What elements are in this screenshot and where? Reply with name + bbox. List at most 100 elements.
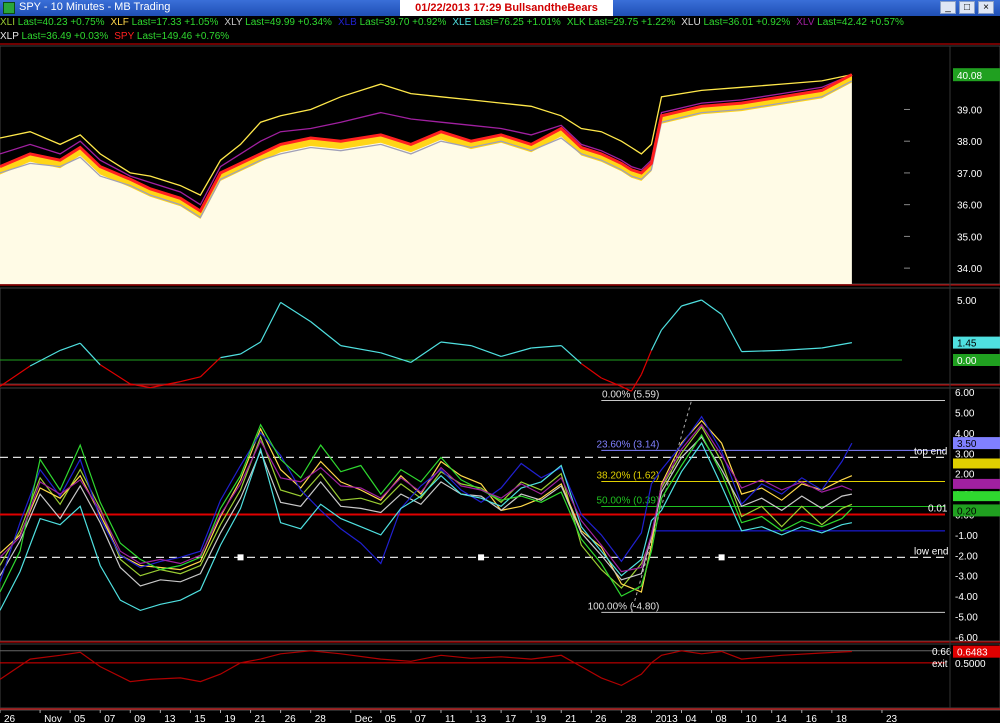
x-tick-label: 2013: [655, 714, 678, 723]
legend-symbol: XLE: [452, 17, 472, 28]
range-marker: [237, 554, 244, 561]
legend-value: Last=17.33 +1.05%: [128, 17, 219, 28]
x-tick-label: 09: [134, 714, 146, 723]
fib-level-label: 100.00% (-4.80): [588, 601, 660, 612]
y-tick-label: 35.00: [957, 232, 982, 243]
series-badge: [953, 491, 1000, 502]
x-tick-label: 07: [415, 714, 427, 723]
x-tick-label: 16: [806, 714, 818, 723]
x-tick-label: 11: [445, 714, 456, 723]
spread-segment: [821, 342, 852, 349]
panel-frame: [0, 643, 1000, 709]
range-label: top end: [914, 446, 947, 457]
spread-segment: [380, 352, 412, 363]
legend-value: Last=149.46 +0.76%: [134, 31, 230, 42]
legend-entry: XLP Last=36.49 +0.03%: [0, 31, 108, 42]
x-tick-label: 21: [565, 714, 577, 723]
panel-frame: [0, 287, 1000, 385]
spread-segment: [500, 347, 532, 357]
x-tick-label: 19: [535, 714, 547, 723]
x-tick-label: 26: [4, 714, 16, 723]
y-tick-label: 34.00: [957, 264, 982, 275]
spread-segment: [661, 305, 682, 331]
x-tick-label: 17: [505, 714, 517, 723]
last-value-label: 40.08: [957, 71, 982, 82]
legend-entry: XLI Last=40.23 +0.75%: [0, 17, 105, 28]
x-tick-label: 15: [194, 714, 206, 723]
range-marker: [718, 554, 725, 561]
date-banner: 01/22/2013 17:29 BullsandtheBears: [400, 0, 613, 16]
legend-entry: XLK Last=29.75 +1.22%: [567, 17, 675, 28]
close-button[interactable]: ×: [978, 1, 994, 14]
y-tick-label: 36.00: [957, 201, 982, 212]
spread-segment: [310, 321, 342, 347]
legend-value: Last=42.42 +0.57%: [814, 17, 904, 28]
spread-segment: [560, 345, 582, 365]
legend-value: Last=76.25 +1.01%: [471, 17, 561, 28]
spread-segment: [340, 345, 381, 354]
legend-symbol: XLB: [337, 17, 357, 28]
value-badge-label: 3.50: [957, 439, 977, 450]
x-tick-label: 26: [595, 714, 607, 723]
legend-row: XLP Last=36.49 +0.03% SPY Last=149.46 +0.…: [0, 30, 960, 44]
range-marker: [478, 554, 485, 561]
legend-entry: XLU Last=36.01 +0.92%: [681, 17, 790, 28]
maximize-button[interactable]: □: [959, 1, 975, 14]
legend-entry: XLF Last=17.33 +1.05%: [111, 17, 219, 28]
legend-symbol: XLY: [224, 17, 243, 28]
x-tick-label: 26: [285, 714, 297, 723]
spread-segment: [79, 342, 101, 366]
y-tick-label: -2.00: [955, 551, 978, 562]
x-tick-label: 13: [164, 714, 176, 723]
x-tick-label: 05: [74, 714, 86, 723]
spread-segment: [701, 299, 722, 315]
x-tick-label: 19: [224, 714, 236, 723]
y-tick-label: -3.00: [955, 572, 978, 583]
legend-entry: XLY Last=49.99 +0.34%: [224, 17, 332, 28]
chart-window: SPY - 10 Minutes - MB Trading 01/22/2013…: [0, 0, 1000, 723]
spread-segment: [470, 345, 502, 357]
chart-canvas: 39.00 38.00 37.00 36.00 35.00 34.00 40.08 5.00 1…: [0, 43, 1000, 723]
spread-segment: [260, 302, 282, 343]
fib-level-label: 50.00% (0.39): [596, 496, 659, 507]
x-tick-label: 04: [686, 714, 698, 723]
legend: XLI Last=40.23 +0.75% XLF Last=17.33 +1.0…: [0, 16, 960, 44]
spread-segment: [220, 353, 241, 359]
title-bar[interactable]: SPY - 10 Minutes - MB Trading 01/22/2013…: [0, 0, 1000, 16]
spread-segment: [640, 350, 652, 375]
y-tick-label: -6.00: [955, 633, 978, 644]
legend-symbol: XLU: [681, 17, 701, 28]
x-tick-label: 18: [836, 714, 848, 723]
x-tick-label: Nov: [44, 714, 62, 723]
spread-segment: [650, 329, 663, 351]
legend-symbol: XLV: [796, 17, 815, 28]
y-tick-label: 39.00: [957, 105, 982, 116]
x-tick-label: 08: [716, 714, 728, 723]
x-tick-label: 28: [625, 714, 637, 723]
value-badge-label: 0.20: [957, 506, 977, 517]
y-tick-label: 0.5000: [955, 659, 986, 670]
spread-segment: [531, 345, 562, 349]
spread-segment: [29, 349, 61, 367]
x-tick-label: 05: [385, 714, 397, 723]
reference-label: 0.66: [932, 647, 952, 658]
spread-segment: [741, 349, 782, 353]
x-tick-label: 21: [255, 714, 267, 723]
reference-label: exit: [932, 659, 948, 670]
range-label: low end: [914, 546, 948, 557]
y-tick-label: 5.00: [955, 408, 975, 419]
x-tick-label: 28: [315, 714, 327, 723]
legend-row: XLI Last=40.23 +0.75% XLF Last=17.33 +1.0…: [0, 16, 960, 30]
minimize-button[interactable]: _: [940, 1, 956, 14]
legend-value: Last=29.75 +1.22%: [585, 17, 676, 28]
y-tick-label: -5.00: [955, 613, 978, 624]
spread-segment: [580, 363, 602, 379]
series-badge: [953, 478, 1000, 489]
x-tick-label: 23: [886, 714, 898, 723]
spread-segment: [280, 301, 312, 323]
last-value-label: 0.6483: [957, 648, 988, 659]
zero-line-label: 0.01: [928, 504, 948, 515]
legend-entry: XLE Last=76.25 +1.01%: [452, 17, 560, 28]
y-tick-label: 38.00: [957, 137, 982, 148]
x-tick-label: 10: [746, 714, 758, 723]
